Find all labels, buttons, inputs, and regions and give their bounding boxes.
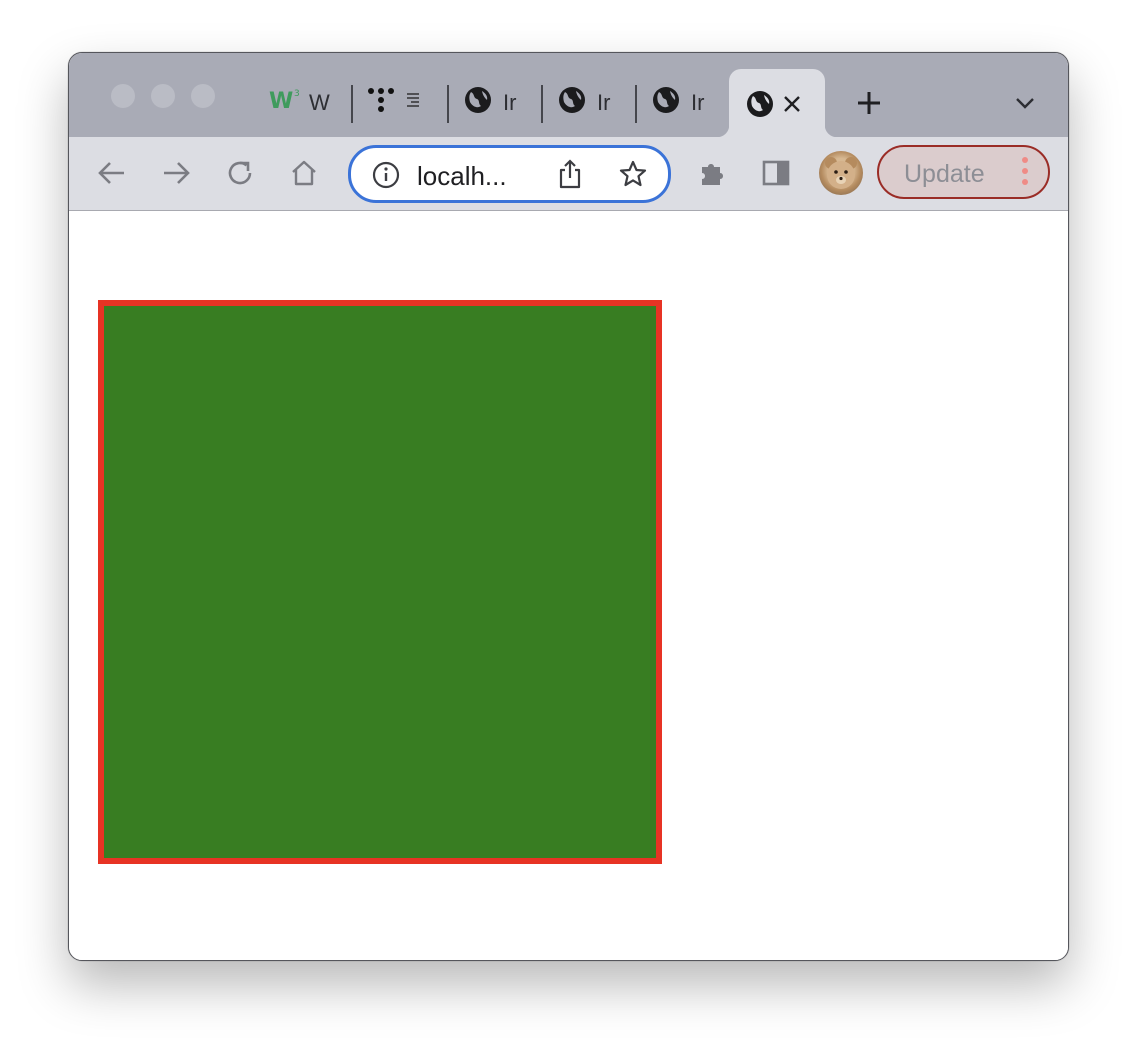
arrow-left-icon xyxy=(98,162,124,184)
side-panel-icon xyxy=(762,160,790,186)
tab-separator xyxy=(541,85,543,123)
tab-globe-1[interactable]: Ir xyxy=(463,70,543,136)
puzzle-icon xyxy=(702,164,723,185)
url-text[interactable]: localh... xyxy=(417,161,507,192)
globe-icon xyxy=(557,85,587,121)
arrow-right-icon xyxy=(164,162,190,184)
toolbar: localh... Update xyxy=(69,137,1068,211)
close-tab-icon[interactable] xyxy=(781,93,803,120)
w3schools-icon: W 3 xyxy=(269,86,303,120)
home-icon xyxy=(292,160,316,186)
tab-dots[interactable] xyxy=(367,70,447,136)
svg-text:3: 3 xyxy=(294,89,300,99)
share-icon[interactable] xyxy=(556,158,584,195)
teddy-bear-avatar-icon xyxy=(825,157,857,189)
tab-separator xyxy=(351,85,353,123)
side-panel-button[interactable] xyxy=(757,154,795,192)
new-tab-icon[interactable] xyxy=(855,89,883,122)
info-icon[interactable] xyxy=(371,160,401,195)
reload-icon xyxy=(228,161,252,185)
text-lines-icon xyxy=(405,88,421,118)
address-bar[interactable]: localh... xyxy=(348,145,671,203)
tab-active[interactable] xyxy=(717,69,837,139)
close-window-button[interactable] xyxy=(111,84,135,108)
tab-globe-2[interactable]: Ir xyxy=(557,70,637,136)
home-button[interactable] xyxy=(285,154,323,192)
chevron-down-icon[interactable] xyxy=(1013,93,1037,118)
tab-separator xyxy=(635,85,637,123)
star-icon[interactable] xyxy=(618,159,648,194)
tab-label: Ir xyxy=(597,90,611,115)
globe-icon xyxy=(463,85,493,121)
minimize-window-button[interactable] xyxy=(151,84,175,108)
dots-icon xyxy=(367,86,397,120)
update-button[interactable]: Update xyxy=(877,145,1050,199)
reload-button[interactable] xyxy=(221,154,259,192)
tab-separator xyxy=(447,85,449,123)
profile-avatar[interactable] xyxy=(819,151,863,195)
svg-text:W: W xyxy=(269,89,293,114)
extensions-button[interactable] xyxy=(693,154,731,192)
zoom-window-button[interactable] xyxy=(191,84,215,108)
back-button[interactable] xyxy=(93,154,131,192)
more-vert-icon[interactable] xyxy=(1021,157,1029,187)
update-label: Update xyxy=(904,160,985,188)
page-content xyxy=(69,211,1068,960)
tab-strip: W 3 W Ir Ir Ir xyxy=(69,53,1068,139)
browser-window: W 3 W Ir Ir Ir localh... Update xyxy=(68,52,1069,961)
tab-label: Ir xyxy=(503,90,517,115)
tab-w3schools[interactable]: W 3 W xyxy=(269,70,349,136)
forward-button[interactable] xyxy=(157,154,195,192)
tab-label: W xyxy=(309,90,330,115)
green-box xyxy=(98,300,662,864)
tab-label: Ir xyxy=(691,90,705,115)
globe-icon xyxy=(651,85,681,121)
globe-icon xyxy=(745,89,775,124)
